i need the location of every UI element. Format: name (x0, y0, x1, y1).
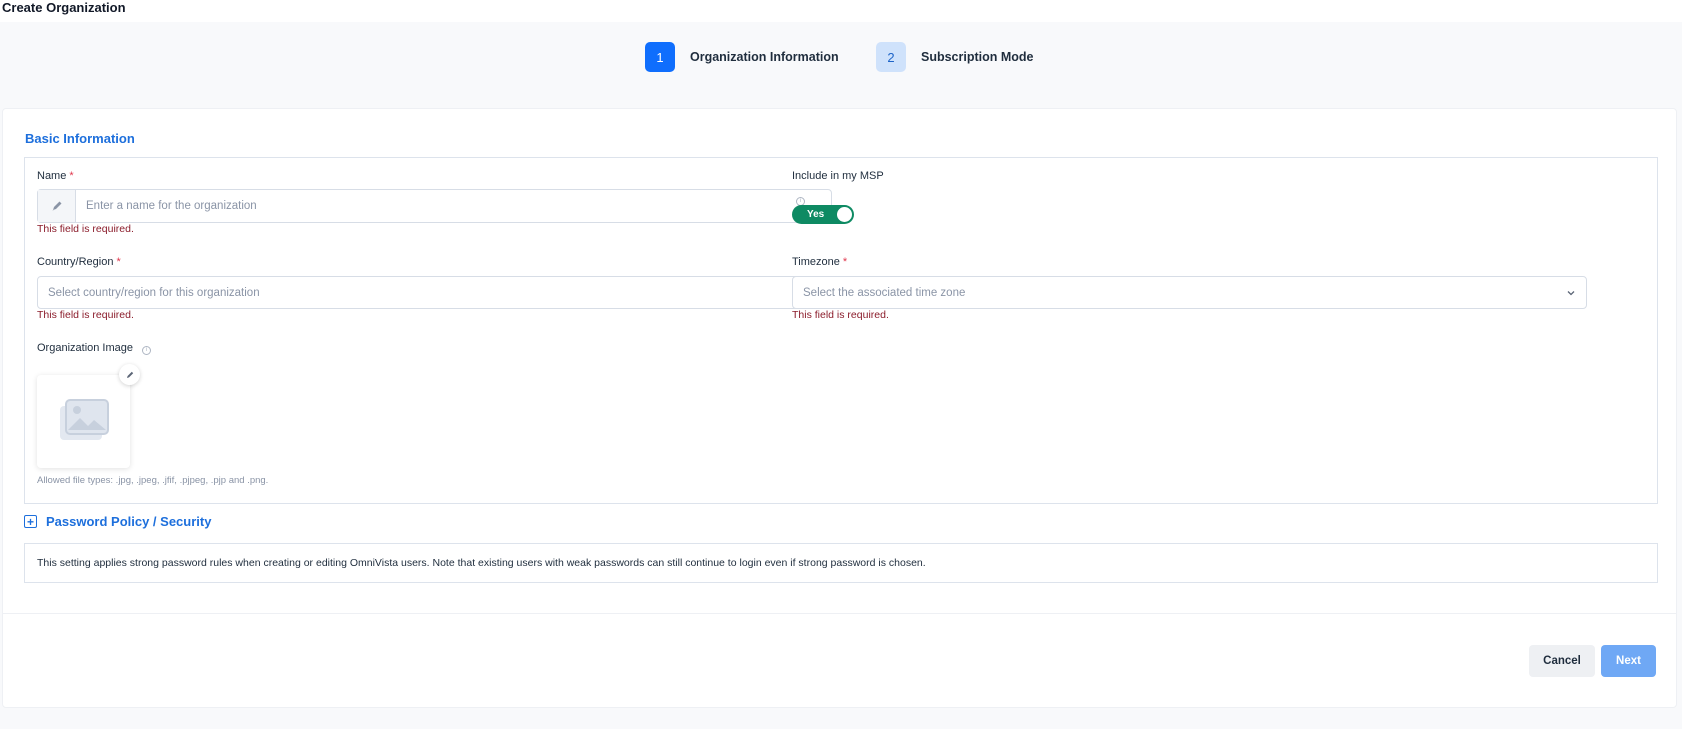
basic-information-title: Basic Information (25, 131, 135, 146)
timezone-select[interactable]: Select the associated time zone (792, 276, 1587, 309)
toggle-label: Yes (807, 209, 825, 220)
name-input-group (37, 189, 832, 223)
timezone-label-text: Timezone (792, 256, 840, 268)
required-marker: * (69, 170, 74, 182)
step-label: Subscription Mode (921, 50, 1034, 64)
expand-icon[interactable]: + (24, 515, 37, 528)
step-subscription-mode[interactable]: 2 Subscription Mode (876, 42, 1034, 72)
timezone-error: This field is required. (792, 309, 889, 321)
country-label: Country/Region * (37, 256, 121, 268)
page-body: 1 Organization Information 2 Subscriptio… (0, 22, 1682, 729)
organization-image-label: Organization Image i (37, 342, 152, 355)
pencil-icon (38, 190, 76, 222)
organization-image-preview[interactable] (37, 375, 130, 468)
footer-divider (3, 613, 1676, 614)
country-label-text: Country/Region (37, 256, 114, 268)
pencil-icon (126, 371, 133, 378)
password-policy-description: This setting applies strong password rul… (24, 543, 1658, 583)
chevron-down-icon (1567, 290, 1575, 295)
allowed-file-types-hint: Allowed file types: .jpg, .jpeg, .jfif, … (37, 475, 269, 486)
name-error: This field is required. (37, 223, 134, 235)
step-number: 2 (876, 42, 906, 72)
organization-image-label-text: Organization Image (37, 342, 133, 354)
name-label-text: Name (37, 170, 67, 182)
msp-toggle[interactable]: Yes (792, 205, 854, 224)
next-button[interactable]: Next (1601, 645, 1656, 677)
basic-information-section: Name* This field is required. Include in… (24, 157, 1658, 504)
password-policy-header[interactable]: + Password Policy / Security (24, 514, 211, 529)
step-label: Organization Information (690, 50, 839, 64)
form-card: Basic Information Name* This field is re… (2, 108, 1677, 708)
title-bar: Create Organization (0, 0, 1682, 22)
required-marker: * (842, 256, 848, 268)
image-placeholder-icon (59, 398, 109, 440)
msp-label: Include in my MSP (792, 170, 884, 182)
country-placeholder: Select country/region for this organizat… (48, 286, 260, 299)
image-info-icon[interactable]: i (142, 346, 152, 355)
password-policy-title: Password Policy / Security (46, 514, 212, 529)
edit-image-button[interactable] (119, 364, 140, 385)
required-marker: * (116, 256, 121, 268)
name-label: Name * (37, 170, 74, 182)
toggle-knob (837, 207, 852, 222)
step-number: 1 (645, 42, 675, 72)
country-select[interactable]: Select country/region for this organizat… (37, 276, 832, 309)
timezone-label: Timezone * (792, 256, 847, 268)
cancel-button[interactable]: Cancel (1529, 645, 1595, 677)
page-title: Create Organization (2, 0, 126, 15)
country-error: This field is required. (37, 309, 134, 321)
name-field[interactable] (76, 190, 831, 222)
step-organization-information[interactable]: 1 Organization Information (645, 42, 839, 72)
timezone-placeholder: Select the associated time zone (803, 286, 966, 299)
stepper: 1 Organization Information 2 Subscriptio… (0, 42, 1682, 72)
